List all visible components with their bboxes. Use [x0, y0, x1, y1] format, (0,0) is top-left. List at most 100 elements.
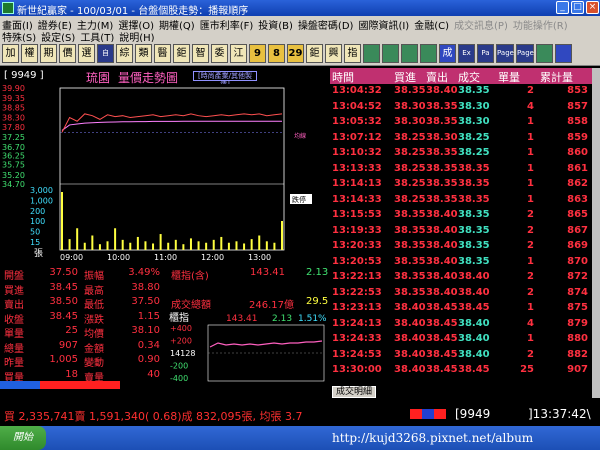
time-axis-tick: 12:00 — [201, 253, 224, 262]
volume-axis-tick: 3,000 — [30, 186, 53, 195]
tick-row[interactable]: 13:13:33 38.25 38.35 38.35 1 861 — [330, 163, 592, 178]
tick-row[interactable]: 13:04:32 38.35 38.40 38.35 2 853 — [330, 85, 592, 100]
tick-row[interactable]: 13:22:53 38.35 38.40 38.40 2 874 — [330, 287, 592, 302]
toolbar-button[interactable]: 自 — [97, 44, 114, 63]
toolbar-button[interactable]: 期 — [40, 44, 57, 63]
buy-sell-ratio-bar-blue — [0, 381, 40, 389]
toolbar-button[interactable] — [382, 44, 399, 63]
mini-chart-title: 櫃指 — [169, 311, 189, 324]
toolbar-button[interactable]: 8 — [268, 44, 285, 63]
toolbar-button[interactable]: 9 — [249, 44, 266, 63]
price-axis-tick: 39.35 — [2, 94, 25, 103]
tick-cell: 2 — [527, 286, 534, 298]
tick-cell: 38.30 — [458, 100, 490, 112]
tick-row[interactable]: 13:30:00 38.40 38.45 38.45 25 907 — [330, 364, 592, 379]
toolbar-button[interactable]: 鉅 — [173, 44, 190, 63]
toolbar-button[interactable]: 江 — [230, 44, 247, 63]
toolbar-button[interactable]: 醫 — [154, 44, 171, 63]
tick-row[interactable]: 13:20:33 38.35 38.40 38.35 2 869 — [330, 240, 592, 255]
toolbar-button[interactable] — [363, 44, 380, 63]
tick-row[interactable]: 13:22:13 38.35 38.40 38.40 2 872 — [330, 271, 592, 286]
tick-table-scrollbar[interactable] — [592, 68, 600, 398]
toolbar-button[interactable] — [401, 44, 418, 63]
toolbar-button[interactable]: 加 — [2, 44, 19, 63]
tick-row[interactable]: 13:24:33 38.40 38.45 38.40 1 880 — [330, 333, 592, 348]
quote-label: 金額 — [84, 343, 104, 355]
volume-axis-tick: 50 — [30, 228, 40, 237]
toolbar-button[interactable]: 權 — [21, 44, 38, 63]
menu-item[interactable]: 匯市利率(F) — [200, 17, 254, 32]
tick-row[interactable]: 13:14:33 38.25 38.35 38.35 1 863 — [330, 194, 592, 209]
tick-column-header[interactable]: 累計量 — [540, 69, 573, 85]
toolbar-button[interactable] — [536, 44, 553, 63]
toolbar-button[interactable] — [555, 44, 572, 63]
tick-row[interactable]: 13:19:33 38.35 38.40 38.35 2 867 — [330, 225, 592, 240]
tick-row[interactable]: 13:04:52 38.30 38.35 38.30 4 857 — [330, 101, 592, 116]
tick-cell: 882 — [567, 348, 588, 360]
toolbar-button[interactable]: 類 — [135, 44, 152, 63]
tick-row[interactable]: 13:05:32 38.30 38.35 38.30 1 858 — [330, 116, 592, 131]
toolbar-button[interactable]: 綜 — [116, 44, 133, 63]
tick-column-header[interactable]: 單量 — [498, 69, 520, 85]
toolbar-button[interactable]: 成 — [439, 44, 456, 63]
menu-item[interactable]: 成交訊息(P) — [454, 17, 508, 32]
tick-cell: 38.35 — [394, 224, 426, 236]
tick-cell: 13:04:32 — [332, 85, 382, 96]
tick-row[interactable]: 13:15:53 38.35 38.40 38.35 2 865 — [330, 209, 592, 224]
tab-trade-detail[interactable]: 成交明細 — [332, 386, 377, 398]
minimize-button[interactable]: _ — [556, 1, 569, 14]
tick-cell: 38.40 — [458, 286, 490, 298]
maximize-button[interactable]: □ — [571, 1, 584, 14]
toolbar-button[interactable]: Pa — [477, 44, 494, 63]
tick-row[interactable]: 13:14:13 38.25 38.35 38.35 1 862 — [330, 178, 592, 193]
tick-cell: 38.30 — [426, 131, 458, 143]
toolbar-button[interactable]: Page — [496, 44, 514, 63]
tick-cell: 13:24:13 — [332, 317, 382, 329]
tick-cell: 13:22:53 — [332, 286, 382, 298]
toolbar-button[interactable]: 智 — [192, 44, 209, 63]
menu-item[interactable]: 金融(C) — [414, 17, 449, 32]
menu-item[interactable]: 投資(B) — [258, 17, 293, 32]
toolbar-button[interactable]: 價 — [59, 44, 76, 63]
quote-label: 單量 — [4, 329, 24, 340]
volume-bar — [121, 239, 124, 250]
toolbar-button[interactable]: 選 — [78, 44, 95, 63]
tick-row[interactable]: 13:07:12 38.25 38.30 38.25 1 859 — [330, 132, 592, 147]
quote-value: 1,005 — [49, 354, 78, 365]
tick-row[interactable]: 13:24:13 38.40 38.45 38.40 4 879 — [330, 318, 592, 333]
avg-line-label: 均線 — [294, 132, 306, 140]
tick-cell: 38.25 — [394, 193, 426, 205]
tick-column-header[interactable]: 成交 — [458, 69, 480, 85]
menu-item[interactable]: 期權(Q) — [159, 17, 195, 32]
toolbar-button[interactable]: Page — [516, 44, 534, 63]
close-button[interactable]: × — [586, 1, 599, 14]
start-button[interactable]: 開始 — [0, 426, 46, 450]
toolbar-button[interactable]: 興 — [325, 44, 342, 63]
volume-bar — [91, 235, 94, 250]
tick-column-header[interactable]: 買進 — [394, 69, 416, 85]
toolbar-button[interactable]: Ex — [458, 44, 475, 63]
volume-bar — [227, 242, 230, 250]
tick-row[interactable]: 13:24:53 38.40 38.45 38.40 2 882 — [330, 349, 592, 364]
status-stock-code[interactable]: [9949 — [455, 407, 490, 421]
tick-row[interactable]: 13:23:13 38.40 38.45 38.45 1 875 — [330, 302, 592, 317]
turnover-label: 成交總額 — [171, 300, 211, 311]
tick-cell: 13:19:33 — [332, 224, 382, 236]
menu-item[interactable]: 功能操作(R) — [513, 17, 568, 32]
tick-cell: 38.40 — [394, 317, 426, 329]
tick-column-header[interactable]: 時間 — [332, 69, 354, 85]
toolbar-button[interactable]: 29 — [287, 44, 304, 63]
toolbar-button[interactable]: 指 — [344, 44, 361, 63]
tick-row[interactable]: 13:10:32 38.25 38.35 38.25 1 860 — [330, 147, 592, 162]
toolbar-button[interactable]: 委 — [211, 44, 228, 63]
tick-cell: 13:22:13 — [332, 271, 382, 282]
toolbar-button[interactable]: 鉅 — [306, 44, 323, 63]
tick-row[interactable]: 13:20:53 38.35 38.40 38.35 1 870 — [330, 256, 592, 271]
menu-item[interactable]: 國際資訊(I) — [358, 17, 409, 32]
quote-label: 漲跌 — [84, 314, 104, 326]
tick-column-header[interactable]: 賣出 — [426, 69, 448, 85]
tick-cell: 38.35 — [458, 209, 490, 220]
menu-item[interactable]: 操盤密碼(D) — [298, 17, 354, 32]
toolbar-button[interactable] — [420, 44, 437, 63]
quote-value: 18 — [65, 368, 78, 380]
